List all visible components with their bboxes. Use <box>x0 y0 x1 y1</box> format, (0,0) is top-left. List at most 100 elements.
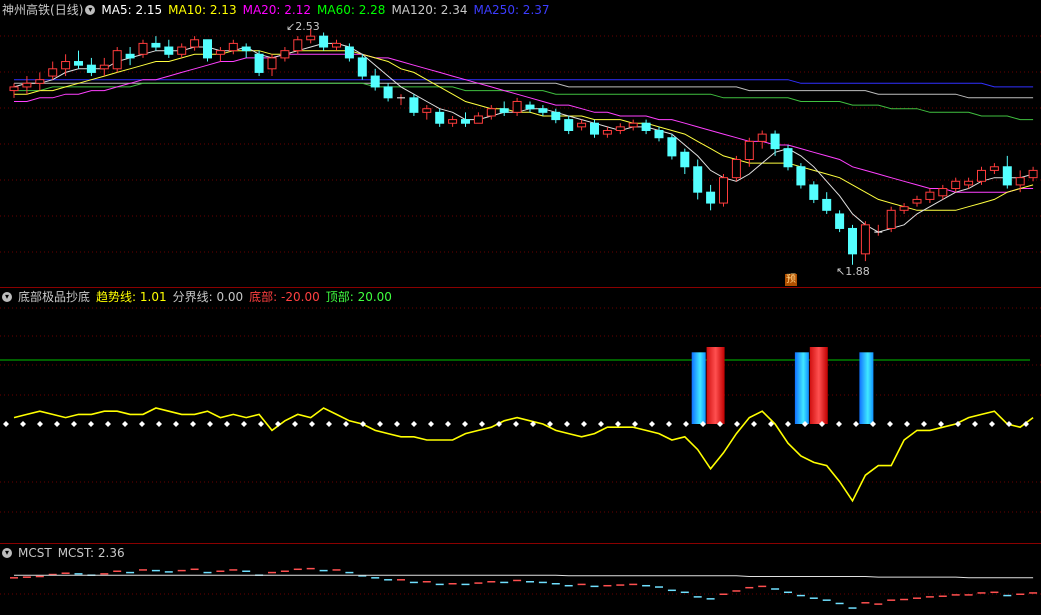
candle <box>680 148 690 175</box>
chevron-down-icon[interactable]: ▾ <box>2 548 12 558</box>
boundary-dot <box>343 421 349 427</box>
candle <box>615 123 625 135</box>
candle <box>112 47 122 73</box>
candle <box>977 166 986 185</box>
candle <box>164 39 174 58</box>
candle <box>770 130 780 156</box>
boundary-dot <box>989 421 995 427</box>
candle <box>74 50 83 69</box>
ma-legend-item: MA120: 2.34 <box>391 3 468 17</box>
candle <box>512 97 522 116</box>
candle <box>409 94 419 116</box>
candle <box>357 54 367 80</box>
boundary-dot <box>173 421 179 427</box>
indicator-legend: ▾ 底部极品抄底 趋势线: 1.01 分界线: 0.00 底部: -20.00 顶部: 2… <box>2 290 404 304</box>
boundary-dot <box>683 421 689 427</box>
ma-legend-item: MA20: 2.12 <box>242 3 312 17</box>
boundary-dot <box>972 421 978 427</box>
candle <box>448 115 458 127</box>
candle <box>267 54 277 77</box>
candle <box>473 112 483 124</box>
ma-legend: MA5: 2.15 MA10: 2.13 MA20: 2.12 MA60: 2.28 M… <box>101 3 555 17</box>
boundary-dot <box>3 421 9 427</box>
candle <box>499 101 509 116</box>
indicator-panel: ▾ 底部极品抄底 趋势线: 1.01 分界线: 0.00 底部: -20.00 顶部: 2… <box>0 288 1041 543</box>
candle <box>203 39 212 62</box>
boundary-dot <box>309 421 315 427</box>
boundary-dot <box>513 421 519 427</box>
boundary-dot <box>411 421 417 427</box>
boundary-dot <box>88 421 94 427</box>
candle <box>525 101 535 113</box>
mcst-panel: ▾ MCST MCST: 2.36 <box>0 544 1041 615</box>
boundary-dot <box>479 421 485 427</box>
mcst-line <box>14 574 1034 579</box>
boundary-dot <box>632 421 638 427</box>
candle <box>886 206 896 233</box>
candle <box>254 50 264 77</box>
candle <box>899 203 909 214</box>
candle <box>628 119 638 131</box>
indicator-legend-item: 趋势线: 1.01 <box>96 290 167 304</box>
candle <box>332 39 341 51</box>
mcst-chart[interactable] <box>0 544 1041 615</box>
boundary-dot <box>326 421 332 427</box>
boundary-dot <box>20 421 26 427</box>
signal-bar-red <box>809 347 828 424</box>
signal-bar-blue <box>691 352 706 424</box>
candle <box>151 36 161 51</box>
candle <box>99 57 109 77</box>
boundary-dot <box>564 421 570 427</box>
boundary-dot <box>666 421 672 427</box>
candle <box>796 163 806 189</box>
chevron-down-icon[interactable]: ▾ <box>85 5 96 15</box>
candle <box>61 54 71 77</box>
boundary-dot <box>581 421 587 427</box>
signal-bar-blue <box>859 352 874 424</box>
candle <box>280 47 290 62</box>
candle <box>989 163 999 175</box>
candle <box>551 108 561 124</box>
candle <box>190 36 200 51</box>
candle <box>925 188 935 204</box>
ma-legend-item: MA60: 2.28 <box>317 3 386 17</box>
ma-legend-item: MA5: 2.15 <box>101 3 163 17</box>
candle <box>383 83 393 102</box>
candle <box>719 174 728 207</box>
candle <box>9 83 19 98</box>
indicator-legend-item: 分界线: 0.00 <box>172 290 244 304</box>
candle <box>822 192 832 214</box>
chevron-down-icon[interactable]: ▾ <box>2 292 12 302</box>
candlestick-chart[interactable] <box>0 0 1041 287</box>
boundary-dot <box>615 421 621 427</box>
candle <box>538 105 548 116</box>
boundary-dot <box>105 421 111 427</box>
boundary-dot <box>156 421 162 427</box>
boundary-dot <box>785 421 791 427</box>
boundary-dot <box>751 421 757 427</box>
boundary-dot <box>394 421 400 427</box>
boundary-dot <box>207 421 213 427</box>
candle <box>654 126 664 142</box>
candle <box>125 47 135 66</box>
boundary-dot <box>224 421 230 427</box>
indicator-legend-item: 底部: -20.00 <box>249 290 320 304</box>
candle <box>641 119 651 135</box>
boundary-dot <box>853 421 859 427</box>
signal-bar-red <box>706 347 725 424</box>
boundary-dot <box>904 421 910 427</box>
warning-badge[interactable]: 预 <box>785 274 797 286</box>
candle <box>860 221 870 262</box>
candle <box>422 105 432 120</box>
indicator-chart[interactable] <box>0 288 1041 543</box>
candle <box>461 112 470 127</box>
candle <box>602 126 612 138</box>
candle <box>22 76 32 95</box>
candle <box>486 105 496 120</box>
ma20-line <box>14 53 1034 193</box>
boundary-dot <box>241 421 247 427</box>
candle <box>177 43 187 58</box>
ma-legend-item: MA10: 2.13 <box>168 3 237 17</box>
trend-line <box>13 407 1034 503</box>
boundary-dot <box>1006 421 1012 427</box>
